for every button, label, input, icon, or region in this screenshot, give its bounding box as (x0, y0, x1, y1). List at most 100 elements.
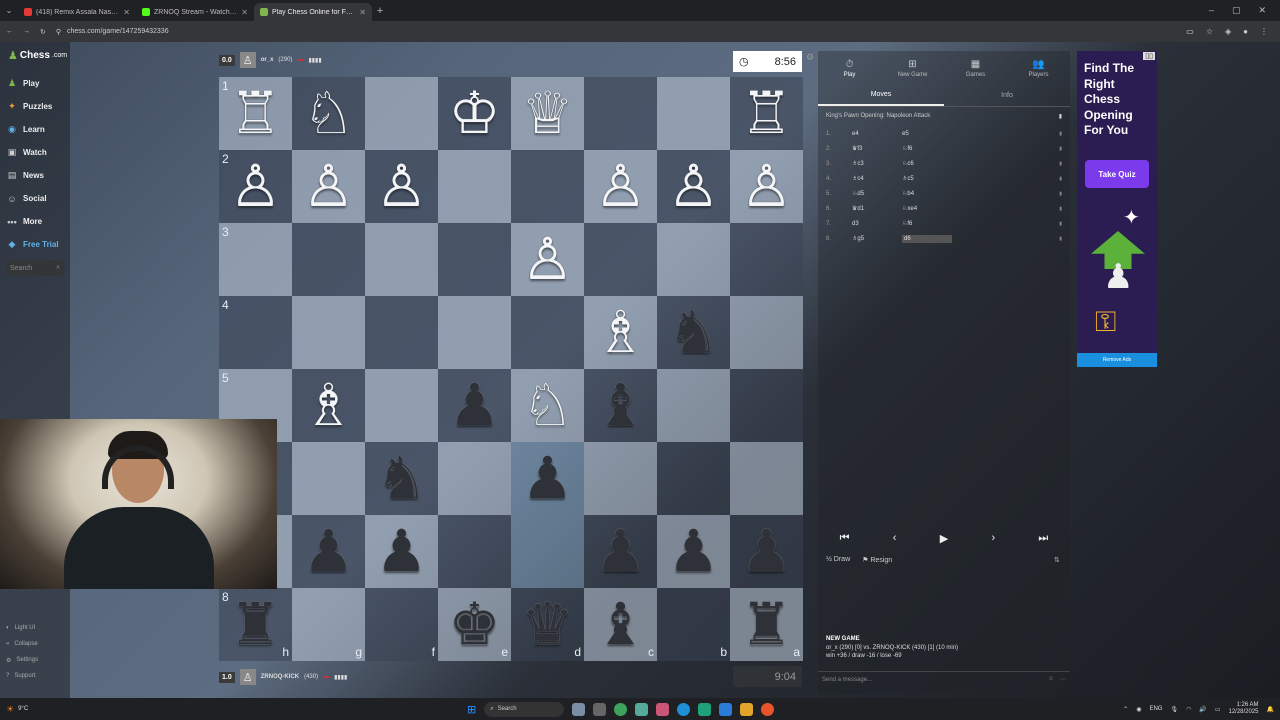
previous-move-icon[interactable]: ‹ (893, 532, 897, 544)
sidebar-item-puzzles[interactable]: ✦ Puzzles (0, 95, 70, 118)
board-square[interactable] (438, 515, 511, 588)
bookmark-star-icon[interactable]: ☆ (1206, 27, 1213, 36)
black-knight-icon[interactable]: ♞ (376, 449, 428, 508)
board-square[interactable]: e ♚ (438, 588, 511, 661)
board-square[interactable] (438, 223, 511, 296)
white-king-icon[interactable]: ♔ (449, 84, 501, 143)
black-bishop-icon[interactable]: ♝ (595, 376, 647, 435)
white-knight-icon[interactable]: ♘ (303, 84, 355, 143)
sidebar-item-social[interactable]: ☺ Social (0, 187, 70, 210)
chat-message-input[interactable]: Send a message... ☺ ⋯ (818, 671, 1070, 687)
board-square[interactable]: ♟ (511, 442, 584, 515)
black-king-icon[interactable]: ♚ (449, 595, 501, 654)
browser-tab[interactable]: ZRNOQ Stream - Watch Live o ✕ (136, 3, 254, 21)
board-square[interactable]: ♝ (584, 369, 657, 442)
url-text[interactable]: chess.com/game/147259432336 (67, 28, 169, 35)
resign-button[interactable]: ⚑ Resign (862, 556, 892, 564)
volume-icon[interactable]: 🔊 (1199, 706, 1206, 713)
black-move[interactable]: d6 (902, 234, 952, 243)
board-square[interactable] (438, 296, 511, 369)
board-square[interactable]: ♗ (584, 296, 657, 369)
black-pawn-icon[interactable]: ♟ (522, 449, 574, 508)
clock-date[interactable]: 1:26 AM 12/28/2025 (1228, 702, 1258, 716)
tab-players[interactable]: 👥 Players (1007, 51, 1070, 85)
tab-info[interactable]: Info (944, 85, 1070, 106)
white-move[interactable]: ♘d5 (852, 190, 902, 197)
board-square[interactable] (584, 77, 657, 150)
board-square[interactable] (365, 77, 438, 150)
board-square[interactable]: a ♜ (730, 588, 803, 661)
board-square[interactable] (438, 442, 511, 515)
minimize-icon[interactable]: – (1209, 5, 1214, 16)
menu-icon[interactable]: ⋮ (1260, 27, 1268, 36)
black-move[interactable]: ♘f6 (902, 145, 952, 152)
white-bishop-icon[interactable]: ♗ (595, 303, 647, 362)
white-move[interactable]: ♛f3 (852, 145, 902, 152)
board-square[interactable] (657, 77, 730, 150)
board-square[interactable]: d ♛ (511, 588, 584, 661)
battery-icon[interactable]: ▭ (1215, 706, 1221, 713)
board-square[interactable] (730, 442, 803, 515)
board-square[interactable]: g (292, 588, 365, 661)
tab-search-icon[interactable]: ⌄ (0, 6, 18, 15)
sidebar-settings[interactable]: ⚙ Settings (0, 652, 70, 668)
sidebar-light-ui[interactable]: ◐ Light UI (0, 620, 70, 636)
reload-icon[interactable]: ↻ (40, 28, 46, 36)
board-square[interactable] (730, 369, 803, 442)
black-pawn-icon[interactable]: ♟ (376, 522, 428, 581)
chess-board[interactable]: 1♖♘♔♕♖2♙♙♙♙♙♙3♙4♗♞5♗♟♘♝6♞♟7♟♟♟♟♟8h♜gfe♚d… (219, 77, 803, 661)
tab-games[interactable]: ▦ Games (944, 51, 1007, 85)
board-settings-gear-icon[interactable]: ⚙ (806, 52, 814, 63)
app-icon[interactable] (656, 702, 670, 716)
black-pawn-icon[interactable]: ♟ (449, 376, 501, 435)
white-bishop-icon[interactable]: ♗ (303, 376, 355, 435)
board-square[interactable]: 1 ♖ (219, 77, 292, 150)
board-square[interactable]: ♞ (657, 296, 730, 369)
browser-tab[interactable]: Play Chess Online for FREE - 2✕ (254, 3, 372, 21)
white-pawn-icon[interactable]: ♙ (668, 157, 720, 216)
tab-close-icon[interactable]: ✕ (241, 8, 248, 17)
first-move-icon[interactable]: ⏮ (840, 532, 850, 545)
black-queen-icon[interactable]: ♛ (522, 595, 574, 654)
white-move[interactable]: e4 (852, 131, 902, 137)
language-indicator[interactable]: ENG (1149, 706, 1162, 712)
board-square[interactable]: ♙ (657, 150, 730, 223)
board-square[interactable] (584, 223, 657, 296)
board-square[interactable]: ♙ (292, 150, 365, 223)
maximize-icon[interactable]: ▢ (1232, 5, 1241, 16)
black-pawn-icon[interactable]: ♟ (303, 522, 355, 581)
sidebar-item-watch[interactable]: ▣ Watch (0, 141, 70, 164)
board-square[interactable]: ♙ (511, 223, 584, 296)
ad-close-icon[interactable]: ▯▯ (1143, 52, 1155, 60)
app-icon[interactable] (698, 702, 712, 716)
board-square[interactable]: ♔ (438, 77, 511, 150)
sidebar-item-more[interactable]: ••• More (0, 210, 70, 233)
forward-icon[interactable]: → (23, 28, 30, 35)
book-icon[interactable]: ▮ (1059, 113, 1062, 120)
black-move[interactable]: ♗c5 (902, 175, 952, 182)
top-player-name[interactable]: or_x (261, 57, 274, 63)
tab-play[interactable]: ⏱ Play (818, 51, 881, 85)
store-app-icon[interactable] (719, 702, 733, 716)
play-icon[interactable]: ▶ (940, 532, 948, 545)
black-pawn-icon[interactable]: ♟ (741, 522, 793, 581)
back-icon[interactable]: ← (6, 28, 13, 35)
notifications-icon[interactable]: 🔔 (1267, 706, 1274, 713)
tray-app-icon[interactable]: ◉ (1136, 706, 1141, 713)
board-square[interactable]: ♖ (730, 77, 803, 150)
board-square[interactable] (292, 223, 365, 296)
widgets-app-icon[interactable] (572, 702, 586, 716)
board-square[interactable]: f (365, 588, 438, 661)
board-square[interactable]: ♘ (292, 77, 365, 150)
sidebar-support[interactable]: ? Support (0, 668, 70, 684)
white-move[interactable]: ♗c3 (852, 160, 902, 167)
board-square[interactable]: 3 (219, 223, 292, 296)
board-square[interactable]: ♘ (511, 369, 584, 442)
tab-new-game[interactable]: ⊞ New Game (881, 51, 944, 85)
board-square[interactable]: ♟ (657, 515, 730, 588)
white-move[interactable]: d3 (852, 221, 902, 227)
black-pawn-icon[interactable]: ♟ (668, 522, 720, 581)
board-square[interactable] (584, 442, 657, 515)
board-square[interactable] (657, 369, 730, 442)
draw-button[interactable]: ½ Draw (826, 556, 850, 564)
